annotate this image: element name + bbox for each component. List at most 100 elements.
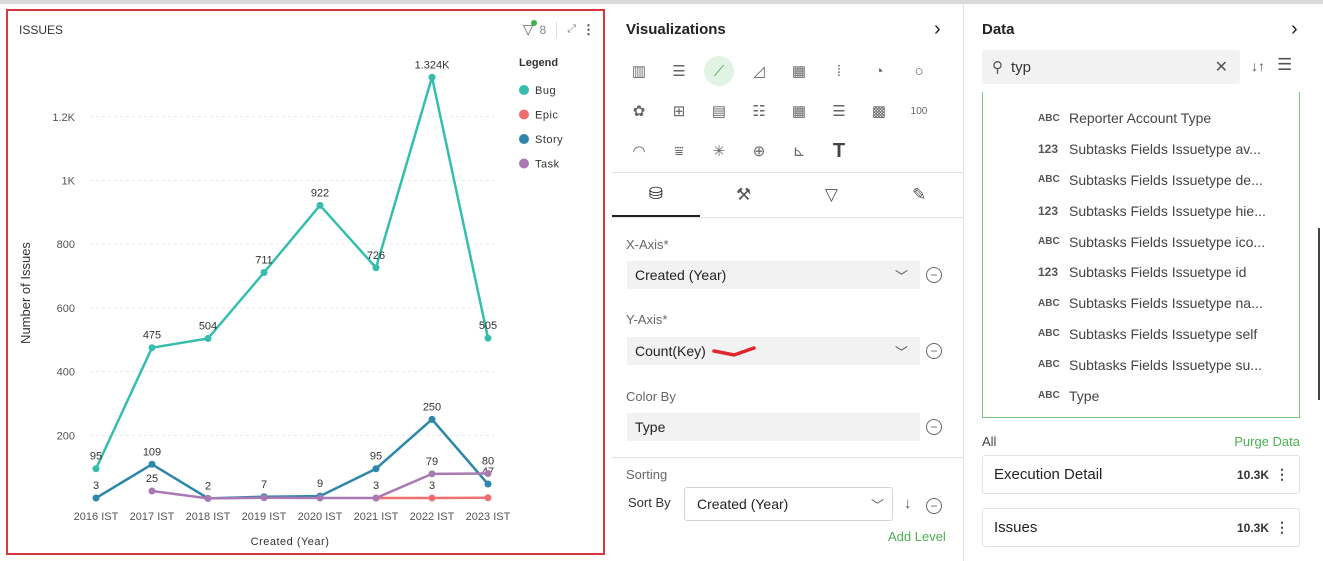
list-item[interactable]: 123 Subtasks Fields Issuetype hie... xyxy=(983,195,1299,226)
list-item[interactable]: ABC Subtasks Fields Issuetype su... xyxy=(983,349,1299,380)
config-tabs: ⛁ ⚒ ▽ ✎ xyxy=(612,172,963,218)
list-item[interactable]: ABC Subtasks Fields Issuetype de... xyxy=(983,165,1299,196)
legend-swatch xyxy=(519,134,529,144)
dataset-count: 10.3K xyxy=(1236,520,1269,535)
sort-by-label: Sort By xyxy=(628,495,671,510)
more-vertical-icon[interactable]: ⋮ xyxy=(1275,466,1289,483)
stacked-column-icon[interactable]: ▦ xyxy=(784,56,814,86)
data-point xyxy=(484,480,492,488)
data-title: Data xyxy=(982,21,1015,38)
treemap-icon[interactable]: ⊞ xyxy=(664,96,694,126)
more-vertical-icon[interactable]: ⋮ xyxy=(1275,519,1289,536)
viz-icon-row: ▥ ☰ ⟋ ◿ ▦ ⁞ ◔ ○ xyxy=(624,56,934,86)
pivot-table-icon[interactable]: ☰ xyxy=(824,96,854,126)
visualization-type-grid: ▥ ☰ ⟋ ◿ ▦ ⁞ ◔ ○ ✿ ⊞ ▤ ☷ ▦ ☰ ▩ 100 ◠ ⩸ ✳ ⊕ ⊾ T xyxy=(624,56,934,176)
field-options-icon[interactable]: ☰ xyxy=(1277,55,1292,75)
area-chart-icon[interactable]: ◿ xyxy=(744,56,774,86)
list-item[interactable]: ABC Reporter Account Type xyxy=(983,103,1299,134)
donut-chart-icon[interactable]: ○ xyxy=(904,56,934,86)
purge-data-link[interactable]: Purge Data xyxy=(1234,434,1300,449)
remove-color-by-button[interactable]: − xyxy=(926,419,942,435)
data-config-tab[interactable]: ⛁ xyxy=(612,173,700,217)
list-icon[interactable]: ☷ xyxy=(744,96,774,126)
search-input[interactable]: typ xyxy=(1011,59,1031,76)
map-icon[interactable]: ⊕ xyxy=(744,136,774,166)
legend-swatch xyxy=(519,158,529,169)
search-icon: ⚲ xyxy=(992,59,1003,76)
legend-label: Bug xyxy=(535,85,556,97)
number-kpi-icon[interactable]: 100 xyxy=(904,96,934,126)
network-icon[interactable]: ✳ xyxy=(704,136,734,166)
x-axis-select[interactable]: Created (Year) ﹀ xyxy=(627,261,920,289)
data-point xyxy=(260,494,268,502)
filter-tab[interactable]: ▽ xyxy=(788,173,876,217)
remove-sort-button[interactable]: − xyxy=(926,498,942,514)
table-icon[interactable]: ▦ xyxy=(784,96,814,126)
funnel-icon[interactable]: ⩸ xyxy=(664,136,694,166)
text-type-icon: ABC xyxy=(1038,174,1060,186)
color-by-select[interactable]: Type xyxy=(627,413,920,441)
card-icon[interactable]: ▤ xyxy=(704,96,734,126)
data-label: 504 xyxy=(199,320,217,332)
sunburst-chart-icon[interactable]: ✿ xyxy=(624,96,654,126)
clear-icon[interactable]: ✕ xyxy=(1215,57,1228,77)
remove-y-axis-button[interactable]: − xyxy=(926,343,942,359)
dataset-card[interactable]: Execution Detail 10.3K ⋮ xyxy=(982,455,1300,494)
sort-by-select[interactable]: Created (Year) ﹀ xyxy=(684,487,893,521)
field-list: ABC Reporter Account Type 123 Subtasks Fiel… xyxy=(982,92,1300,418)
filter-active-dot xyxy=(530,20,537,26)
add-level-link[interactable]: Add Level xyxy=(888,529,946,544)
field-label: Subtasks Fields Issuetype ico... xyxy=(1069,233,1266,250)
list-item[interactable]: ABC Type xyxy=(983,380,1299,411)
chevron-down-icon: ﹀ xyxy=(870,497,884,513)
histogram-icon[interactable]: ⊾ xyxy=(784,136,814,166)
analytics-tab[interactable]: ✎ xyxy=(875,173,963,217)
chevron-right-icon[interactable]: › xyxy=(1291,18,1298,41)
multi-card-icon[interactable]: ▩ xyxy=(864,96,894,126)
field-label: Type xyxy=(1069,387,1100,404)
legend-label: Epic xyxy=(535,110,558,122)
more-vertical-icon[interactable]: ⋮ xyxy=(582,22,595,38)
search-field[interactable]: ⚲ typ ✕ xyxy=(982,50,1240,84)
bar-chart-icon[interactable]: ☰ xyxy=(664,56,694,86)
text-type-icon: ABC xyxy=(1038,112,1060,124)
chevron-down-icon: ﹀ xyxy=(894,268,908,284)
numeric-type-icon: 123 xyxy=(1038,265,1059,280)
list-item[interactable]: 123 Subtasks Fields Issuetype id xyxy=(983,257,1299,288)
filter-icon[interactable]: ▽ xyxy=(523,20,537,38)
data-point xyxy=(92,465,100,473)
gauge-icon[interactable]: ◠ xyxy=(624,136,654,166)
y-tick-label: 400 xyxy=(57,367,75,379)
sort-fields-icon[interactable]: ↓↑ xyxy=(1251,58,1265,74)
data-label: 711 xyxy=(255,255,273,267)
scatter-chart-icon[interactable]: ⁞ xyxy=(824,56,854,86)
data-label: 95 xyxy=(90,451,102,463)
chevron-right-icon[interactable]: › xyxy=(934,18,941,41)
list-item[interactable]: ABC Subtasks Fields Issuetype self xyxy=(983,319,1299,350)
column-chart-icon[interactable]: ▥ xyxy=(624,56,654,86)
list-item[interactable]: ABC Subtasks Fields Issuetype ico... xyxy=(983,226,1299,257)
data-point xyxy=(316,201,324,209)
data-label: 726 xyxy=(367,250,385,262)
annotation-mark xyxy=(712,346,756,357)
chart-widget[interactable]: 200 400 600 800 1K 1.2K 2016 IST 2017 IST 2018 I… xyxy=(6,9,605,555)
data-point xyxy=(204,334,212,342)
data-point xyxy=(204,494,212,502)
data-label: 475 xyxy=(143,330,161,342)
list-item[interactable]: 123 Subtasks Fields Issuetype av... xyxy=(983,134,1299,165)
remove-x-axis-button[interactable]: − xyxy=(926,267,942,283)
list-item[interactable] xyxy=(983,92,1299,103)
scrollbar-thumb[interactable] xyxy=(1318,228,1320,400)
dataset-card[interactable]: Issues 10.3K ⋮ xyxy=(982,508,1300,547)
sort-direction-icon[interactable]: ↓ xyxy=(904,495,912,512)
data-label: 7 xyxy=(261,479,267,491)
expand-icon[interactable]: ⤢ xyxy=(567,23,576,36)
y-axis-select[interactable]: Count(Key) ﹀ xyxy=(627,337,920,365)
text-icon[interactable]: T xyxy=(824,136,854,166)
format-tab[interactable]: ⚒ xyxy=(700,173,788,217)
line-chart-icon[interactable]: ⟋ xyxy=(704,56,734,86)
pie-chart-icon[interactable]: ◔ xyxy=(864,56,894,86)
x-tick-label: 2020 IST xyxy=(298,511,343,523)
list-item[interactable]: ABC Subtasks Fields Issuetype na... xyxy=(983,288,1299,319)
field-label: Subtasks Fields Issuetype hie... xyxy=(1069,202,1266,219)
